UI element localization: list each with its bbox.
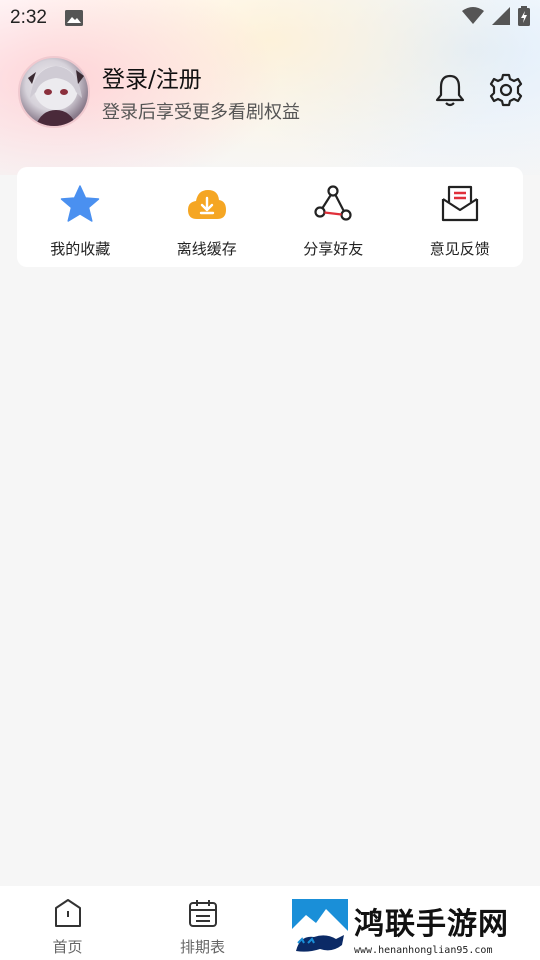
action-label: 分享好友: [303, 240, 364, 258]
mail-feedback-icon: [439, 183, 481, 225]
cloud-download-icon: [186, 183, 228, 225]
nav-label-home: 首页: [52, 938, 83, 956]
share-icon: [312, 183, 354, 225]
watermark-url: www.henanhonglian95.com: [354, 944, 493, 956]
avatar[interactable]: [18, 56, 90, 128]
nav-schedule[interactable]: 排期表: [135, 886, 270, 960]
action-offline-cache[interactable]: 离线缓存: [144, 167, 271, 267]
action-label: 离线缓存: [176, 240, 237, 258]
nav-home[interactable]: 首页: [0, 886, 135, 960]
bell-icon[interactable]: [432, 72, 468, 108]
watermark-title: 鸿联手游网: [354, 906, 509, 942]
star-icon: [59, 183, 101, 225]
wifi-icon: [462, 7, 484, 29]
battery-icon: [518, 6, 530, 30]
header-actions: [432, 72, 524, 108]
watermark: 鸿联手游网 www.henanhonglian95.com: [292, 898, 532, 956]
action-label: 我的收藏: [50, 240, 111, 258]
nav-label-schedule: 排期表: [179, 938, 225, 956]
watermark-logo: [292, 899, 348, 955]
status-time: 2:32: [10, 7, 47, 28]
calendar-icon: [188, 898, 218, 932]
image-notification-icon: [64, 10, 83, 26]
action-share-friends[interactable]: 分享好友: [270, 167, 397, 267]
login-benefit-subtitle: 登录后享受更多看剧权益: [102, 102, 300, 123]
signal-icon: [492, 7, 510, 29]
home-icon: [53, 898, 83, 932]
action-feedback[interactable]: 意见反馈: [397, 167, 524, 267]
quick-actions-card: 我的收藏 离线缓存 分享好友 意见反馈: [17, 167, 523, 267]
status-icons: [462, 6, 530, 30]
status-bar: 2:32: [0, 0, 540, 36]
login-register-title[interactable]: 登录/注册: [102, 60, 300, 94]
gear-icon[interactable]: [488, 72, 524, 108]
profile-section[interactable]: 登录/注册 登录后享受更多看剧权益: [18, 56, 300, 128]
action-label: 意见反馈: [429, 240, 490, 258]
action-favorites[interactable]: 我的收藏: [17, 167, 144, 267]
